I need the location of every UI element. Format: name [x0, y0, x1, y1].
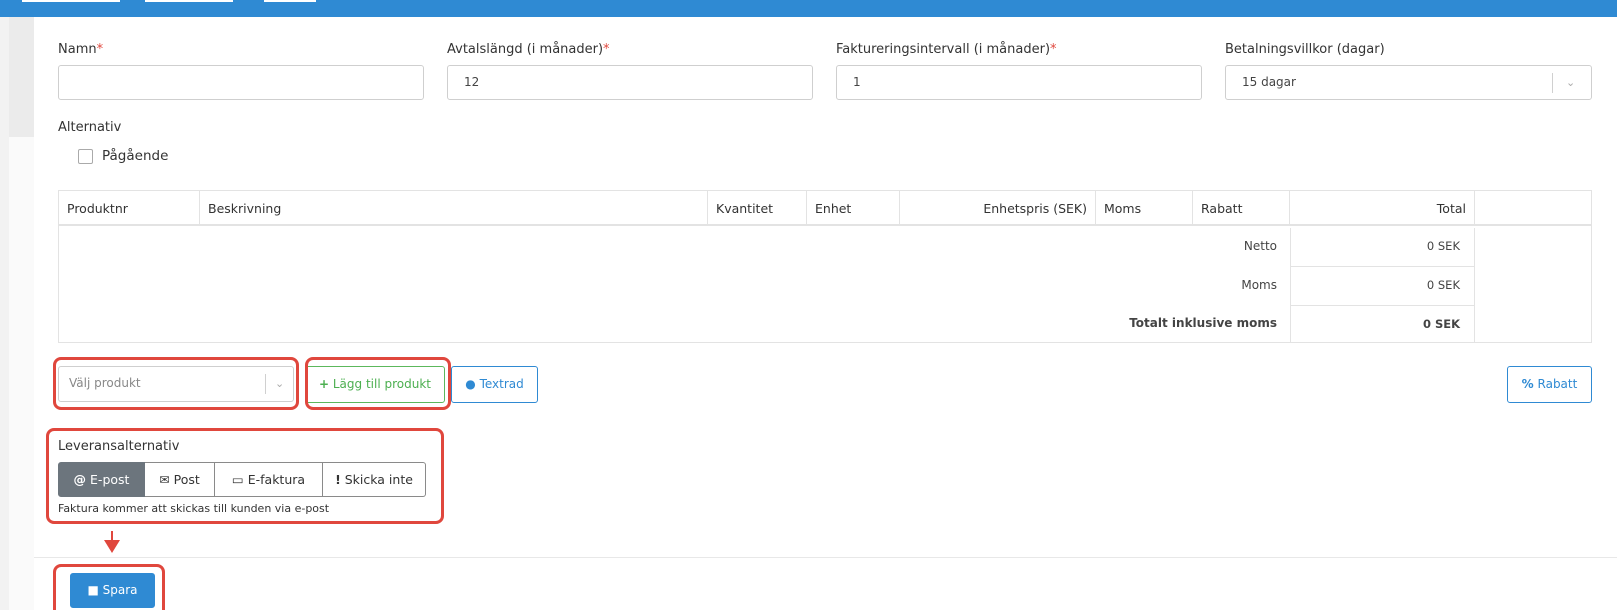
- moms-label: Moms: [1241, 278, 1277, 292]
- navbar-tab-indicator[interactable]: [22, 0, 120, 2]
- name-label: Namn*: [58, 42, 104, 57]
- left-gutter: [0, 17, 9, 610]
- highlight-delivery-options: [46, 428, 444, 524]
- table-header-row: Produktnr Beskrivning Kvantitet Enhet En…: [59, 191, 1591, 226]
- total-incl-vat-value: 0 SEK: [1422, 317, 1460, 331]
- netto-label: Netto: [1243, 239, 1277, 253]
- discount-button[interactable]: % Rabatt: [1507, 366, 1592, 403]
- footer-divider: [34, 557, 1617, 558]
- navbar-tab-indicator[interactable]: [145, 0, 233, 2]
- chevron-down-icon: ⌄: [1566, 76, 1576, 89]
- textrad-button[interactable]: ● Textrad: [451, 366, 538, 403]
- duration-label: Avtalslängd (i månader)*: [447, 42, 610, 57]
- column-header-moms: Moms: [1096, 191, 1193, 226]
- column-header-beskrivning: Beskrivning: [200, 191, 708, 226]
- column-header-enhet: Enhet: [807, 191, 900, 226]
- ongoing-checkbox[interactable]: [78, 149, 93, 164]
- percent-icon: %: [1521, 377, 1534, 391]
- column-header-kvantitet: Kvantitet: [708, 191, 807, 226]
- payment-terms-value: 15 dagar: [1242, 75, 1296, 89]
- column-header-rabatt: Rabatt: [1193, 191, 1290, 226]
- name-input[interactable]: [58, 65, 424, 100]
- comment-icon: ●: [465, 377, 476, 391]
- moms-value: 0 SEK: [1426, 278, 1460, 292]
- payment-terms-select[interactable]: 15 dagar ⌄: [1225, 65, 1592, 100]
- column-header-produktnr: Produktnr: [59, 191, 200, 226]
- column-header-total: Total: [1290, 191, 1475, 226]
- terms-label: Betalningsvillkor (dagar): [1225, 42, 1385, 57]
- textrad-label: Textrad: [479, 377, 524, 391]
- top-navbar: [0, 0, 1617, 17]
- interval-input[interactable]: 1: [836, 65, 1202, 100]
- netto-value: 0 SEK: [1426, 239, 1460, 253]
- total-incl-vat-label: Totalt inklusive moms: [1129, 316, 1277, 330]
- duration-input[interactable]: 12: [447, 65, 813, 100]
- select-separator: [1552, 73, 1553, 93]
- left-gutter-panel-top: [9, 17, 34, 137]
- highlight-add-product: [305, 357, 451, 410]
- navbar-tab-indicator[interactable]: [264, 0, 316, 2]
- highlight-save: [53, 564, 165, 610]
- interval-label: Faktureringsintervall (i månader)*: [836, 42, 1057, 57]
- options-label: Alternativ: [58, 120, 122, 135]
- discount-label: Rabatt: [1537, 377, 1578, 391]
- product-table: Produktnr Beskrivning Kvantitet Enhet En…: [58, 190, 1592, 343]
- ongoing-label: Pågående: [102, 148, 169, 164]
- column-header-enhetspris: Enhetspris (SEK): [900, 191, 1096, 226]
- arrow-down-icon: [104, 540, 120, 553]
- highlight-select-product: [53, 357, 299, 410]
